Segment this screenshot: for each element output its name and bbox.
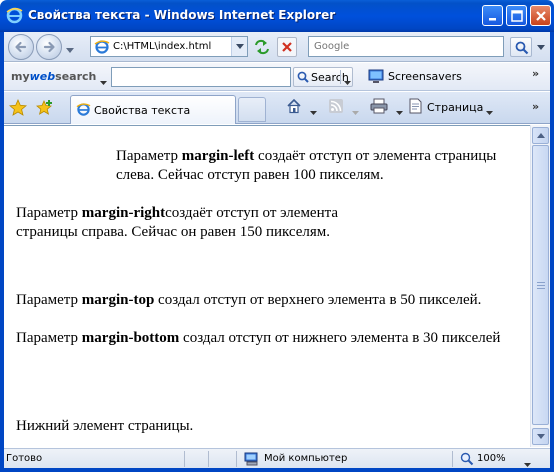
toolbar-more-chevron[interactable]: » xyxy=(532,67,539,80)
page-content: Параметр margin-left создаёт отступ от э… xyxy=(4,125,530,447)
my-computer-icon xyxy=(244,452,260,469)
recent-pages-dropdown-icon[interactable] xyxy=(66,43,74,56)
search-icon xyxy=(297,71,309,86)
window-title: Свойства текста - Windows Internet Explo… xyxy=(28,8,336,22)
search-box[interactable] xyxy=(308,36,504,57)
print-button[interactable] xyxy=(370,98,403,118)
mywebsearch-logo[interactable]: mywebsearch xyxy=(11,70,96,83)
scroll-grip xyxy=(537,288,545,289)
divider xyxy=(208,451,209,467)
printer-icon xyxy=(370,98,388,117)
home-button[interactable] xyxy=(286,98,317,118)
divider xyxy=(340,70,341,84)
window-frame-right xyxy=(550,32,554,472)
tabbar-more-chevron[interactable]: » xyxy=(532,100,539,113)
scroll-thumb[interactable] xyxy=(532,145,549,425)
scroll-up-button[interactable] xyxy=(532,127,549,144)
divider xyxy=(452,451,453,467)
divider xyxy=(236,451,237,467)
vertical-scrollbar[interactable] xyxy=(530,125,550,447)
title-bar: Свойства текста - Windows Internet Explo… xyxy=(0,0,554,32)
zoom-icon xyxy=(460,452,474,469)
favorites-star-icon[interactable] xyxy=(9,98,27,120)
zoom-label: 100% xyxy=(477,453,506,464)
chevron-down-icon[interactable] xyxy=(310,105,317,118)
zone-label: Мой компьютер xyxy=(264,453,348,464)
home-icon xyxy=(286,98,302,117)
scroll-down-button[interactable] xyxy=(532,428,549,445)
navigation-bar: C:\HTML\index.html xyxy=(4,32,550,62)
mywebsearch-dropdown-icon[interactable] xyxy=(100,75,107,88)
status-bar: Готово Мой компьютер 100% xyxy=(4,448,550,468)
mywebsearch-toolbar: mywebsearch Search Screensavers » xyxy=(4,63,550,91)
address-dropdown-icon[interactable] xyxy=(231,37,247,56)
chevron-down-icon[interactable] xyxy=(396,105,403,118)
chevron-down-icon[interactable] xyxy=(486,105,493,118)
close-button[interactable] xyxy=(530,5,551,26)
tab-active[interactable]: Свойства текста xyxy=(70,95,236,124)
page-menu-label: Страница xyxy=(427,101,484,114)
toolbar-search-input[interactable] xyxy=(111,67,291,87)
feeds-button[interactable] xyxy=(328,98,359,118)
maximize-button[interactable] xyxy=(506,5,527,26)
refresh-icon[interactable] xyxy=(252,38,272,56)
paragraph-margin-top: Параметр margin-top создал отступ от вер… xyxy=(16,292,482,308)
paragraph-bottom-element: Нижний элемент страницы. xyxy=(16,418,194,434)
divider xyxy=(184,451,185,467)
stop-button[interactable] xyxy=(277,37,297,57)
tab-bar: Свойства текста Страница » xyxy=(4,92,550,124)
search-options-dropdown-icon[interactable] xyxy=(534,38,548,56)
back-button[interactable] xyxy=(8,34,34,60)
page-menu-button[interactable]: Страница xyxy=(408,98,493,118)
forward-button[interactable] xyxy=(36,34,62,60)
status-text: Готово xyxy=(6,453,43,464)
scroll-grip xyxy=(537,285,545,286)
tab-label: Свойства текста xyxy=(94,104,191,117)
scroll-grip xyxy=(537,282,545,283)
ie-logo-icon xyxy=(6,7,23,24)
rss-feed-icon xyxy=(328,99,344,117)
page-icon xyxy=(408,98,423,117)
chevron-down-icon[interactable] xyxy=(352,105,359,118)
minimize-button[interactable] xyxy=(482,5,503,26)
paragraph-margin-bottom: Параметр margin-bottom создал отступ от … xyxy=(16,330,501,346)
ie-page-icon xyxy=(76,102,91,120)
address-text[interactable]: C:\HTML\index.html xyxy=(113,41,211,52)
screensavers-label: Screensavers xyxy=(388,70,462,83)
add-favorite-icon[interactable] xyxy=(36,99,54,120)
chevron-down-icon[interactable] xyxy=(524,457,531,470)
paragraph-margin-left: Параметр margin-left создаёт отступ от э… xyxy=(116,148,497,183)
new-tab-button[interactable] xyxy=(238,97,266,122)
toolbar-search-button[interactable]: Search xyxy=(293,67,353,87)
paragraph-margin-right: Параметр margin-rightсоздаёт отступ от э… xyxy=(16,205,339,240)
chevron-down-icon[interactable] xyxy=(344,75,351,88)
address-bar[interactable]: C:\HTML\index.html xyxy=(90,36,248,57)
page-icon xyxy=(94,39,110,58)
monitor-icon xyxy=(368,69,384,87)
search-go-button[interactable] xyxy=(510,37,532,57)
search-input[interactable] xyxy=(309,37,503,56)
